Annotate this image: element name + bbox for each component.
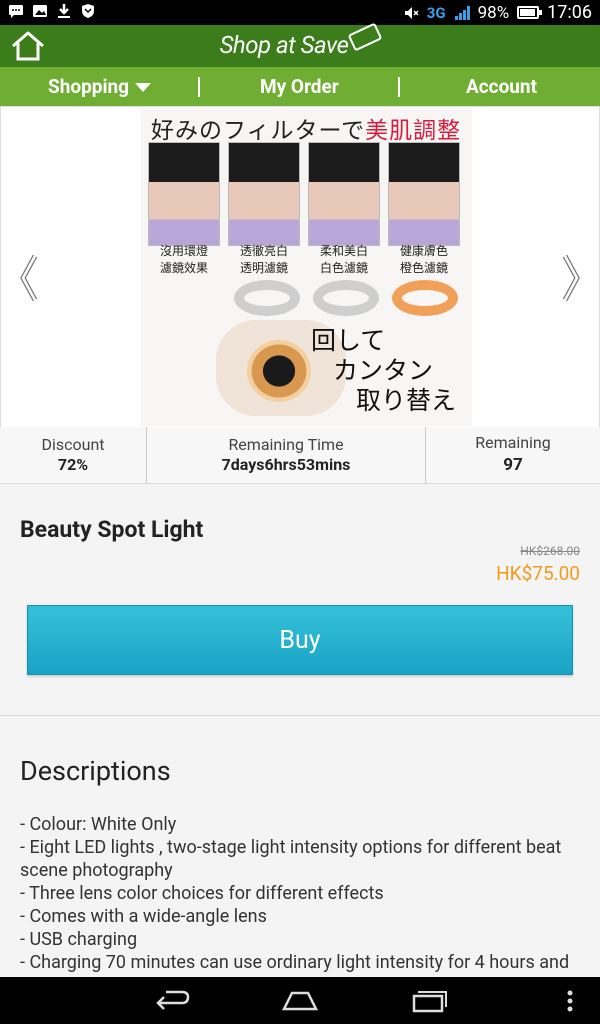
- deal-stats: Discount 72% Remaining Time 7days6hrs53m…: [0, 427, 600, 484]
- filter-caption-line: 透徹亮白: [239, 244, 288, 258]
- descriptions-heading: Descriptions: [20, 755, 171, 787]
- filter-ring: [313, 280, 379, 316]
- remaining-stat: Remaining 97: [426, 427, 600, 484]
- buy-button[interactable]: Buy: [27, 605, 573, 675]
- product-carousel[interactable]: 好みのフィルターで美肌調整 沒用環燈濾鏡效果 透徹亮白透明濾鏡 柔和美白白色濾鏡…: [0, 106, 600, 428]
- battery-percent: 98%: [477, 2, 510, 23]
- product-title: Beauty Spot Light: [20, 516, 204, 543]
- discount-value: 72%: [57, 455, 89, 474]
- promo-line: カンタン: [333, 356, 434, 385]
- signal-icon: [454, 5, 470, 20]
- promo-line: 取り替え: [356, 386, 457, 415]
- price-tag-icon: [348, 22, 383, 52]
- filter-caption-line: 橙色濾鏡: [399, 261, 448, 275]
- status-bar: 3G 98% 17:06: [0, 0, 600, 25]
- sample-photo: [148, 142, 220, 246]
- back-icon[interactable]: [152, 987, 192, 1015]
- sample-photo: [388, 142, 460, 246]
- sample-photo: [228, 142, 300, 246]
- list-item: - Eight LED lights , two-stage light int…: [20, 837, 562, 881]
- filter-caption: 透徹亮白 透明濾鏡: [228, 243, 300, 277]
- list-item: - USB charging: [20, 929, 138, 950]
- chat-icon: [9, 5, 23, 18]
- nav-account-label: Account: [466, 75, 538, 98]
- promo-line: 回して: [311, 326, 386, 355]
- shield-icon: [82, 4, 94, 18]
- filter-caption-line: 白色濾鏡: [319, 261, 368, 275]
- main-nav: Shopping My Order Account: [0, 67, 600, 106]
- filter-caption-line: 柔和美白: [319, 244, 368, 258]
- remaining-label: Remaining: [475, 433, 551, 452]
- remaining-value: 97: [503, 455, 523, 475]
- remaining-time-value: 7days6hrs53mins: [221, 455, 351, 474]
- remaining-time-stat: Remaining Time 7days6hrs53mins: [147, 427, 425, 484]
- lens-illustration: [247, 340, 311, 402]
- logo-text: Shop at Save: [219, 31, 349, 59]
- app-logo[interactable]: Shop at Save: [0, 22, 600, 59]
- descriptions-section: Descriptions - Colour: White Only - Eigh…: [0, 717, 600, 977]
- filter-caption-line: 健康膚色: [399, 244, 448, 258]
- nav-my-order-label: My Order: [260, 75, 339, 98]
- product-image: 好みのフィルターで美肌調整 沒用環燈濾鏡效果 透徹亮白透明濾鏡 柔和美白白色濾鏡…: [141, 108, 472, 426]
- clock: 17:06: [547, 2, 592, 23]
- product-info: Beauty Spot Light HK$268.00 HK$75.00 Buy: [0, 484, 600, 716]
- download-icon: [58, 4, 70, 18]
- nav-shopping-label: Shopping: [48, 75, 129, 98]
- notification-icons: [8, 3, 96, 19]
- discount-stat: Discount 72%: [0, 427, 146, 484]
- list-item: - Charging 70 minutes can use ordinary l…: [20, 952, 570, 973]
- original-price: HK$268.00: [520, 544, 580, 558]
- mute-icon: [404, 6, 419, 19]
- filter-caption: 沒用環燈 濾鏡效果: [148, 243, 220, 277]
- image-title-highlight: 美肌調整: [365, 118, 462, 144]
- system-status: 3G 98% 17:06: [403, 2, 592, 23]
- filter-ring: [234, 280, 300, 316]
- caret-down-icon: [134, 83, 151, 93]
- menu-icon[interactable]: [560, 987, 580, 1015]
- filter-caption-line: 透明濾鏡: [239, 261, 288, 275]
- nav-my-order[interactable]: My Order: [260, 75, 339, 98]
- descriptions-list: - Colour: White Only - Eight LED lights …: [20, 813, 580, 974]
- app-header: Shop at Save: [0, 22, 600, 67]
- filter-caption: 柔和美白 白色濾鏡: [308, 243, 380, 277]
- image-icon: [33, 5, 47, 17]
- recent-apps-icon[interactable]: [410, 987, 450, 1015]
- battery-icon: [517, 6, 543, 19]
- image-title: 好みのフィルターで美肌調整: [151, 111, 461, 145]
- discount-label: Discount: [41, 435, 105, 454]
- filter-caption-line: 濾鏡效果: [159, 261, 208, 275]
- list-item: - Colour: White Only: [20, 814, 177, 835]
- sale-price: HK$75.00: [496, 562, 580, 585]
- nav-divider: [198, 77, 200, 97]
- filter-caption-line: 沒用環燈: [159, 244, 208, 258]
- sample-photo: [308, 142, 380, 246]
- system-nav-bar: [0, 977, 600, 1024]
- nav-shopping[interactable]: Shopping: [48, 75, 151, 98]
- nav-account[interactable]: Account: [466, 75, 537, 98]
- chevron-left-icon[interactable]: [15, 252, 43, 304]
- promo-text: 回して カンタン 取り替え: [311, 326, 456, 416]
- remaining-time-label: Remaining Time: [228, 435, 344, 454]
- home-icon[interactable]: [280, 987, 320, 1015]
- image-title-prefix: 好みのフィルターで: [151, 118, 366, 144]
- network-type: 3G: [426, 3, 446, 22]
- nav-divider: [398, 77, 400, 97]
- list-item: - Comes with a wide-angle lens: [20, 906, 267, 927]
- chevron-right-icon[interactable]: [557, 252, 585, 304]
- filter-caption: 健康膚色 橙色濾鏡: [388, 243, 460, 277]
- list-item: - Three lens color choices for different…: [20, 883, 384, 904]
- filter-ring: [392, 280, 458, 316]
